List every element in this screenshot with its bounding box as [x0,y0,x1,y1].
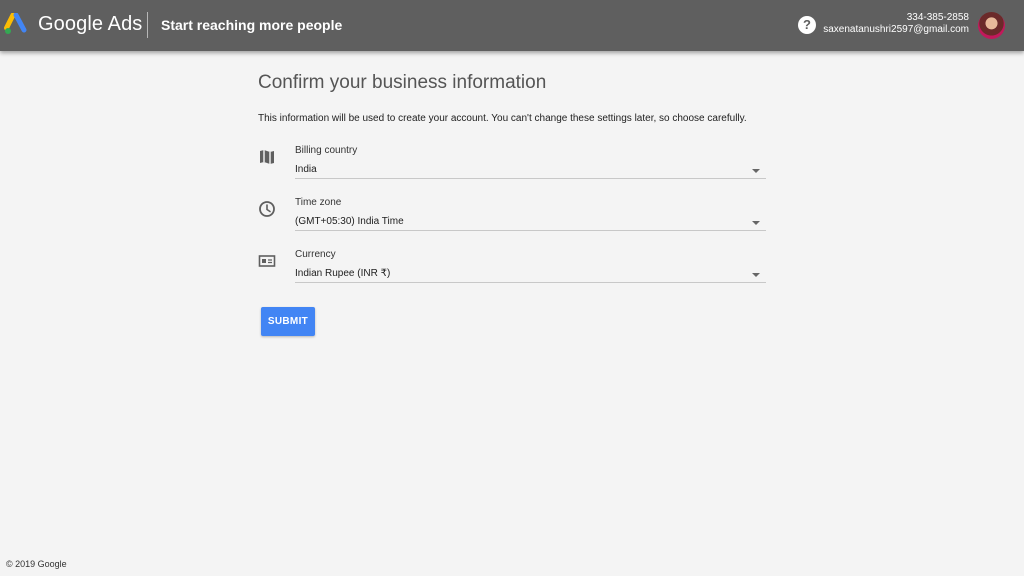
currency-icon [258,255,276,267]
map-icon [260,150,274,164]
page-description: This information will be used to create … [258,113,747,124]
account-info[interactable]: 334-385-2858 saxenatanushri2597@gmail.co… [823,12,969,36]
billing-country-label: Billing country [295,145,358,156]
google-ads-logo-icon [4,13,27,34]
billing-country-select[interactable]: India [295,158,766,179]
currency-select[interactable]: Indian Rupee (INR ₹) [295,262,766,283]
clock-icon [259,201,275,217]
avatar[interactable] [978,12,1005,39]
time-zone-select[interactable]: (GMT+05:30) India Time [295,210,766,231]
page-title: Confirm your business information [258,72,547,93]
footer-copyright: © 2019 Google [6,559,67,569]
dropdown-arrow-icon [752,273,760,277]
dropdown-arrow-icon [752,169,760,173]
currency-field: Currency Indian Rupee (INR ₹) [258,249,768,295]
help-icon[interactable]: ? [798,16,816,34]
header-divider [147,12,148,38]
top-app-bar: Google Ads Start reaching more people ? … [0,0,1024,51]
header-subtitle: Start reaching more people [161,17,343,33]
time-zone-label: Time zone [295,197,342,208]
account-phone: 334-385-2858 [906,12,969,23]
brand-name: Google Ads [38,13,143,35]
time-zone-field: Time zone (GMT+05:30) India Time [258,197,768,243]
submit-button[interactable]: SUBMIT [261,307,315,336]
billing-country-value: India [295,164,317,175]
account-email: saxenatanushri2597@gmail.com [823,24,969,35]
currency-label: Currency [295,249,336,260]
time-zone-value: (GMT+05:30) India Time [295,216,404,227]
billing-country-field: Billing country India [258,145,768,191]
currency-value: Indian Rupee (INR ₹) [295,268,391,279]
dropdown-arrow-icon [752,221,760,225]
